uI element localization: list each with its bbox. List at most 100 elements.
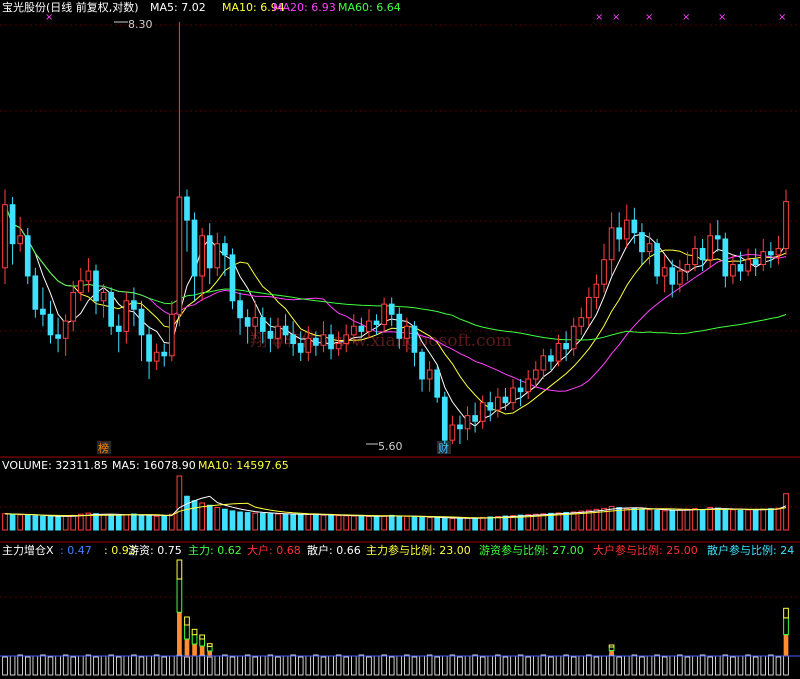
- candle-body: [100, 291, 107, 302]
- candle-body: [510, 387, 516, 404]
- high-mark: 8.30: [128, 18, 153, 31]
- candle-body: [373, 320, 380, 326]
- ma5-line: [4, 204, 787, 427]
- candle-body: [40, 308, 46, 315]
- indicator-base-bar: [47, 656, 54, 676]
- indicator-base-bar: [601, 655, 607, 676]
- indicator-base-bar: [586, 654, 592, 676]
- indicator-base-bar: [237, 655, 243, 676]
- indicator-base-bar: [457, 656, 463, 676]
- volume-bar: [161, 515, 168, 531]
- candle-body: [404, 325, 410, 339]
- indicator-base-bar: [9, 655, 16, 676]
- candle-body: [328, 334, 334, 350]
- candle-body: [692, 247, 698, 266]
- candle-body: [457, 424, 463, 430]
- candle-body: [684, 264, 691, 272]
- indicator-base-bar: [752, 656, 759, 676]
- candle-body: [570, 325, 577, 350]
- candle-body: [783, 201, 789, 249]
- indicator-base-bar: [654, 654, 660, 676]
- indicator-base-bar: [100, 655, 107, 676]
- watermark: 翔博软件 www.xiangbosoft.com: [250, 331, 512, 351]
- candle-body: [153, 351, 160, 362]
- indicator-base-bar: [184, 656, 190, 676]
- indicator-base-bar: [252, 656, 258, 676]
- candle-body: [131, 300, 137, 310]
- volume-bar: [676, 509, 683, 531]
- indicator-base-bar: [146, 655, 152, 676]
- volume-bar: [722, 508, 729, 531]
- volume-bar: [290, 513, 296, 531]
- indicator-base-bar: [40, 654, 46, 676]
- candle-body: [305, 337, 312, 353]
- indicator-zhuli: 主力: 0.62: [188, 544, 242, 557]
- indicator-base-bar: [715, 655, 721, 676]
- volume-bar: [214, 507, 221, 531]
- candle-body: [138, 308, 145, 336]
- volume-bar: [707, 507, 714, 531]
- volume-bar: [206, 504, 213, 531]
- indicator-base-bar: [684, 656, 691, 676]
- stock-chart[interactable]: 宝光股份(日线 前复权,对数) MA5: 7.02 MA10: 6.94 MA2…: [0, 0, 800, 679]
- indicator-base-bar: [540, 654, 547, 676]
- volume-bar: [426, 517, 433, 531]
- indicator-base-bar: [783, 655, 789, 676]
- volume-bar: [396, 515, 403, 531]
- volume-bar: [760, 508, 767, 531]
- volume-bar: [684, 508, 691, 531]
- volume-bar: [752, 509, 759, 531]
- indicator-zhuli-bar: [176, 578, 183, 613]
- volume-bar: [639, 508, 645, 531]
- indicator-base-bar: [373, 655, 380, 676]
- candle-body: [176, 196, 183, 315]
- candle-body: [2, 204, 8, 269]
- indicator-base-bar: [381, 654, 387, 676]
- volume-bar: [692, 508, 698, 531]
- candle-body: [115, 325, 122, 332]
- volume-bar: [623, 508, 630, 531]
- indicator-base-bar: [358, 654, 365, 676]
- indicator-base-bar: [297, 656, 304, 676]
- indicator-base-bar: [404, 654, 410, 676]
- candle-body: [108, 291, 115, 327]
- candle-body: [661, 267, 668, 277]
- candle-body: [517, 387, 524, 393]
- indicator-base-bar: [351, 655, 357, 676]
- candle-body: [214, 243, 221, 269]
- indicator-base-bar: [411, 656, 418, 676]
- candle-body: [191, 219, 198, 277]
- volume-bar: [108, 514, 115, 531]
- volume-bar: [669, 509, 676, 531]
- candle-body: [290, 334, 296, 345]
- candle-body: [62, 320, 69, 339]
- candle-body: [639, 232, 645, 253]
- indicator-top-bar: [176, 559, 183, 580]
- indicator-base-bar: [396, 655, 403, 676]
- candle-body: [259, 317, 266, 332]
- volume-bar: [434, 517, 441, 531]
- candle-body: [184, 196, 190, 221]
- indicator-base-bar: [487, 655, 494, 676]
- indicator-base-bar: [275, 656, 281, 676]
- indicator-base-bar: [191, 655, 198, 676]
- volume-bar: [40, 515, 46, 531]
- candle-body: [745, 259, 751, 272]
- candle-body: [396, 313, 403, 339]
- tag-bang: 榜: [98, 441, 109, 455]
- volume-bar: [487, 516, 494, 531]
- indicator-youzi-bar: [184, 639, 190, 657]
- volume-bars: [2, 475, 789, 531]
- indicator-base-bar: [495, 654, 501, 676]
- candle-body: [237, 300, 243, 319]
- candle-body: [449, 424, 456, 441]
- volume-bar: [32, 515, 39, 531]
- volume-bar: [479, 516, 486, 531]
- indicator-base-bar: [93, 656, 99, 676]
- volume-bar: [252, 512, 259, 531]
- indicator-youzi-ratio: 游资参与比例: 27.00: [479, 543, 584, 557]
- indicator-base-bar: [290, 654, 296, 676]
- indicator-base-bar: [692, 655, 698, 676]
- volume-bar: [237, 511, 243, 531]
- volume-bar: [176, 475, 183, 531]
